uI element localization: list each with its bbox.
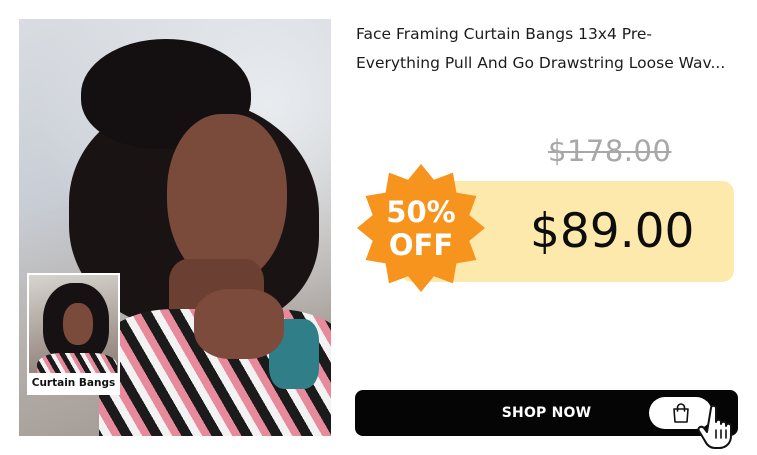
- photo-hand: [194, 289, 284, 359]
- discount-percent: 50%: [386, 195, 456, 229]
- thumbnail-face: [63, 303, 93, 345]
- original-price: $178.00: [548, 134, 672, 168]
- product-card: Curtain Bangs Face Framing Curtain Bangs…: [0, 0, 757, 455]
- product-title[interactable]: Face Framing Curtain Bangs 13x4 Pre- Eve…: [356, 20, 741, 78]
- discount-badge: 50% OFF: [356, 163, 486, 293]
- product-title-line-1: Face Framing Curtain Bangs 13x4 Pre-: [356, 25, 652, 43]
- thumbnail-label: Curtain Bangs: [29, 373, 118, 393]
- hand-pointer-icon: [697, 404, 732, 449]
- product-title-line-2: Everything Pull And Go Drawstring Loose …: [356, 54, 726, 72]
- discount-text: 50% OFF: [356, 196, 486, 262]
- sale-price: $89.00: [530, 204, 695, 259]
- discount-off: OFF: [388, 228, 454, 262]
- shopping-bag-icon: [673, 403, 689, 423]
